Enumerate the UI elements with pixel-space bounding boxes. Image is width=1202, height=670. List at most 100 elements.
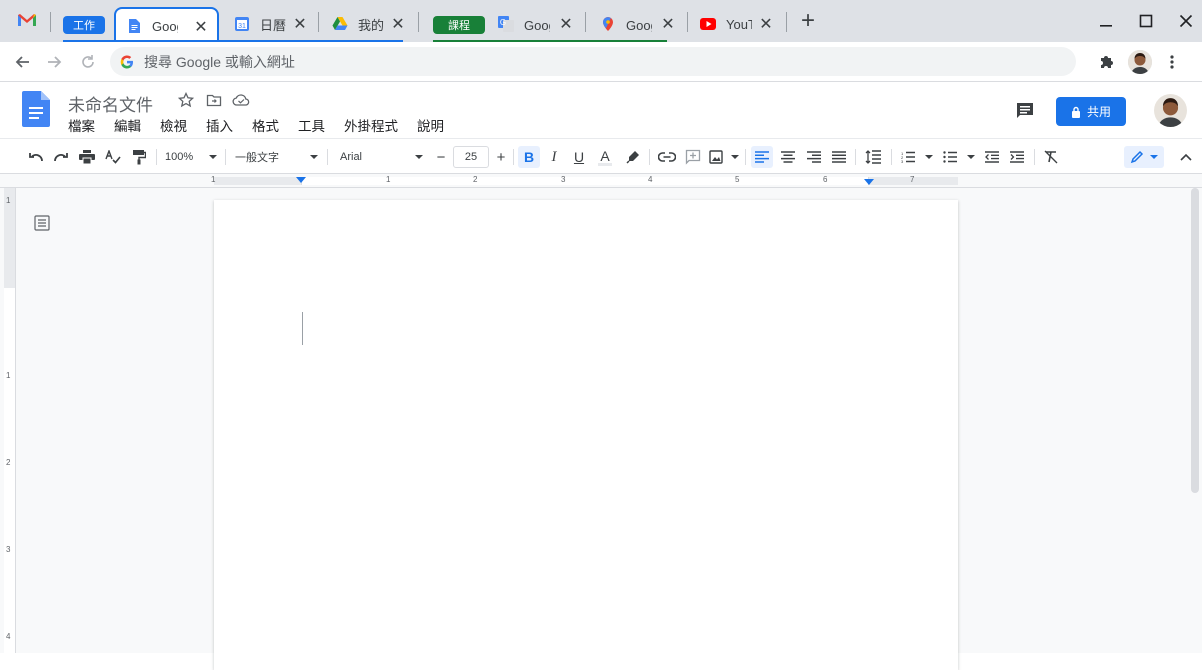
text-color-button[interactable]: A xyxy=(595,147,615,167)
tab-title: Google 文件 xyxy=(152,19,178,34)
spellcheck-button[interactable] xyxy=(104,147,122,167)
tab-translate[interactable]: G Google 翻譯 ✕ xyxy=(490,6,582,42)
minimize-button[interactable] xyxy=(1094,10,1118,32)
bulleted-list-button[interactable] xyxy=(943,147,975,167)
font-size-input[interactable]: 25 xyxy=(453,146,489,168)
insert-image-button[interactable] xyxy=(709,147,739,167)
menu-tools[interactable]: 工具 xyxy=(298,115,325,135)
tab-calendar[interactable]: 31 日曆 ✕ xyxy=(224,6,316,42)
document-outline-button[interactable] xyxy=(34,215,50,231)
folder-move-icon xyxy=(206,94,222,107)
back-button[interactable] xyxy=(11,51,33,73)
move-button[interactable] xyxy=(206,92,222,108)
insert-link-button[interactable] xyxy=(657,147,677,167)
star-button[interactable] xyxy=(178,92,194,108)
align-right-button[interactable] xyxy=(804,147,824,167)
zoom-select[interactable]: 100% xyxy=(165,147,217,167)
browser-menu-button[interactable] xyxy=(1161,51,1183,73)
paragraph-style-select[interactable]: 一般文字 xyxy=(235,147,318,167)
ruler-number: 3 xyxy=(6,545,11,554)
numbered-list-button[interactable]: 123 xyxy=(901,147,933,167)
insert-comment-button[interactable] xyxy=(683,147,703,167)
undo-button[interactable] xyxy=(27,147,45,167)
align-center-button[interactable] xyxy=(778,147,798,167)
horizontal-ruler[interactable]: 1 1 2 3 4 5 6 7 xyxy=(0,174,1202,188)
tab-youtube[interactable]: YouTube ✕ xyxy=(690,6,782,42)
close-icon[interactable]: ✕ xyxy=(756,14,776,34)
tab-drive[interactable]: 我的雲端硬碟 ✕ xyxy=(322,6,414,42)
pencil-icon xyxy=(1130,150,1144,164)
justify-button[interactable] xyxy=(829,147,849,167)
close-icon[interactable]: ✕ xyxy=(290,14,310,34)
align-right-icon xyxy=(807,151,821,163)
toolbar-divider xyxy=(225,149,226,165)
menu-view[interactable]: 檢視 xyxy=(160,115,187,135)
spellcheck-icon xyxy=(105,150,121,164)
tab-group-course[interactable]: 課程 xyxy=(433,16,485,34)
vertical-scrollbar[interactable] xyxy=(1191,188,1199,493)
align-left-button[interactable] xyxy=(751,146,773,168)
tab-title: Google 地圖 xyxy=(626,17,652,33)
maximize-button[interactable] xyxy=(1134,10,1158,32)
comments-button[interactable] xyxy=(1015,101,1035,121)
document-page[interactable] xyxy=(214,200,958,670)
increase-indent-button[interactable] xyxy=(1007,147,1027,167)
close-icon[interactable]: ✕ xyxy=(658,14,678,34)
underline-button[interactable]: U xyxy=(569,147,589,167)
reload-icon xyxy=(82,55,94,68)
tab-group-work[interactable]: 工作 xyxy=(63,16,105,34)
close-icon[interactable]: ✕ xyxy=(556,14,576,34)
tab-maps[interactable]: Google 地圖 ✕ xyxy=(592,6,684,42)
highlight-button[interactable] xyxy=(623,147,643,167)
omnibox[interactable]: 搜尋 Google 或輸入網址 xyxy=(110,47,1076,76)
toolbar-divider xyxy=(745,149,746,165)
hide-menus-button[interactable] xyxy=(1176,147,1196,167)
line-spacing-button[interactable] xyxy=(863,147,883,167)
tab-docs[interactable]: Google 文件 ✕ xyxy=(114,7,219,42)
menu-help[interactable]: 說明 xyxy=(417,115,444,135)
close-icon[interactable]: ✕ xyxy=(191,17,211,37)
align-center-icon xyxy=(781,151,795,163)
decrease-indent-button[interactable] xyxy=(982,147,1002,167)
caret-down-icon xyxy=(209,155,217,159)
docs-home-logo[interactable] xyxy=(22,91,50,127)
editing-mode-button[interactable] xyxy=(1124,146,1164,168)
new-tab-button[interactable]: + xyxy=(796,7,820,34)
cloud-status-button[interactable] xyxy=(232,92,250,108)
close-icon[interactable]: ✕ xyxy=(388,14,408,34)
document-title[interactable]: 未命名文件 xyxy=(68,91,153,116)
toolbar-divider xyxy=(649,149,650,165)
outline-icon xyxy=(34,215,50,231)
menu-format[interactable]: 格式 xyxy=(252,115,279,135)
docs-icon xyxy=(22,91,50,127)
vertical-ruler[interactable]: 1 1 2 3 4 xyxy=(4,188,16,653)
gmail-pinned-tab[interactable] xyxy=(14,10,40,32)
menu-edit[interactable]: 編輯 xyxy=(114,115,141,135)
google-icon xyxy=(120,55,133,68)
account-avatar[interactable] xyxy=(1154,94,1187,127)
font-select[interactable]: Arial xyxy=(340,147,423,167)
ruler-number: 1 xyxy=(211,175,216,184)
ruler-number: 4 xyxy=(648,175,653,184)
reload-button[interactable] xyxy=(77,51,99,73)
print-button[interactable] xyxy=(78,147,96,167)
share-button[interactable]: 共用 xyxy=(1056,97,1126,126)
menu-file[interactable]: 檔案 xyxy=(68,115,95,135)
redo-button[interactable] xyxy=(52,147,70,167)
menu-addons[interactable]: 外掛程式 xyxy=(344,115,398,135)
paint-format-button[interactable] xyxy=(130,147,148,167)
bold-button[interactable]: B xyxy=(518,146,540,168)
ruler-margin-left xyxy=(214,177,301,185)
menu-insert[interactable]: 插入 xyxy=(206,115,233,135)
italic-button[interactable]: I xyxy=(544,147,564,167)
profile-avatar[interactable] xyxy=(1128,50,1152,74)
decrease-font-size-button[interactable]: − xyxy=(430,147,452,167)
extensions-button[interactable] xyxy=(1096,51,1118,73)
forward-button[interactable] xyxy=(44,51,66,73)
close-window-button[interactable] xyxy=(1174,10,1198,32)
right-indent-marker[interactable] xyxy=(864,179,874,185)
clear-format-icon xyxy=(1044,150,1058,164)
clear-formatting-button[interactable] xyxy=(1041,147,1061,167)
left-indent-marker[interactable] xyxy=(296,177,306,183)
increase-font-size-button[interactable]: + xyxy=(490,147,512,167)
